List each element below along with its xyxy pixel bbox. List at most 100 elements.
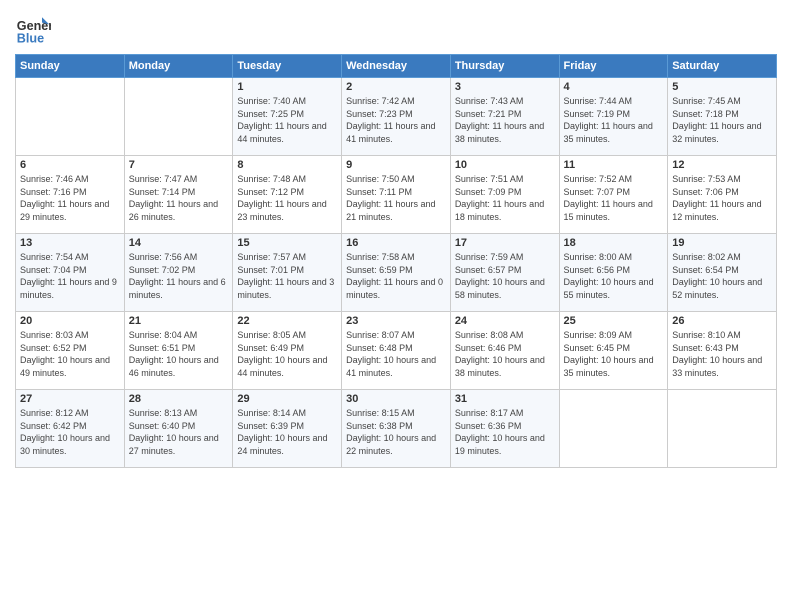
calendar-cell [124,78,233,156]
calendar-cell: 10Sunrise: 7:51 AMSunset: 7:09 PMDayligh… [450,156,559,234]
calendar-cell: 9 Sunrise: 7:50 AMSunset: 7:11 PMDaylight… [342,156,451,234]
day-header-saturday: Saturday [668,55,777,78]
calendar-cell: 20Sunrise: 8:03 AMSunset: 6:52 PMDayligh… [16,312,125,390]
day-number: 15 [237,237,337,249]
day-details: Sunrise: 7:52 AMSunset: 7:07 PMDaylight:… [564,173,664,223]
day-details: Sunrise: 8:02 AMSunset: 6:54 PMDaylight:… [672,251,772,301]
day-details: Sunrise: 8:14 AMSunset: 6:39 PMDaylight:… [237,407,337,457]
day-header-sunday: Sunday [16,55,125,78]
calendar-cell: 12Sunrise: 7:53 AMSunset: 7:06 PMDayligh… [668,156,777,234]
calendar-cell: 23 Sunrise: 8:07 AMSunset: 6:48 PMDayligh… [342,312,451,390]
calendar-table: SundayMondayTuesdayWednesdayThursdayFrid… [15,54,777,468]
page: General Blue SundayMondayTuesdayWednesda… [0,0,792,478]
day-details: Sunrise: 8:04 AMSunset: 6:51 PMDaylight:… [129,329,229,379]
day-details: Sunrise: 7:58 AMSunset: 6:59 PMDaylight:… [346,251,446,301]
calendar-cell [668,390,777,468]
calendar-cell: 26 Sunrise: 8:10 AMSunset: 6:43 PMDayligh… [668,312,777,390]
day-details: Sunrise: 8:00 AMSunset: 6:56 PMDaylight:… [564,251,664,301]
day-details: Sunrise: 8:12 AMSunset: 6:42 PMDaylight:… [20,407,120,457]
day-details: Sunrise: 8:13 AMSunset: 6:40 PMDaylight:… [129,407,229,457]
day-number: 9 [346,159,446,171]
calendar-cell: 13 Sunrise: 7:54 AMSunset: 7:04 PMDayligh… [16,234,125,312]
day-number: 7 [129,159,229,171]
day-details: Sunrise: 8:07 AMSunset: 6:48 PMDaylight:… [346,329,446,379]
day-details: Sunrise: 8:17 AMSunset: 6:36 PMDaylight:… [455,407,555,457]
calendar-header-row: SundayMondayTuesdayWednesdayThursdayFrid… [16,55,777,78]
calendar-cell: 19 Sunrise: 8:02 AMSunset: 6:54 PMDayligh… [668,234,777,312]
calendar-cell: 7Sunrise: 7:47 AMSunset: 7:14 PMDaylight… [124,156,233,234]
calendar-cell: 14 Sunrise: 7:56 AMSunset: 7:02 PMDayligh… [124,234,233,312]
calendar-week-5: 27 Sunrise: 8:12 AMSunset: 6:42 PMDayligh… [16,390,777,468]
calendar-cell: 17Sunrise: 7:59 AMSunset: 6:57 PMDayligh… [450,234,559,312]
day-details: Sunrise: 7:45 AMSunset: 7:18 PMDaylight:… [672,95,772,145]
day-number: 14 [129,237,229,249]
calendar-cell: 22 Sunrise: 8:05 AMSunset: 6:49 PMDayligh… [233,312,342,390]
calendar-cell [559,390,668,468]
day-details: Sunrise: 7:40 AMSunset: 7:25 PMDaylight:… [237,95,337,145]
svg-text:Blue: Blue [17,31,44,45]
day-details: Sunrise: 7:59 AMSunset: 6:57 PMDaylight:… [455,251,555,301]
calendar-cell: 25Sunrise: 8:09 AMSunset: 6:45 PMDayligh… [559,312,668,390]
day-details: Sunrise: 8:08 AMSunset: 6:46 PMDaylight:… [455,329,555,379]
calendar-week-3: 13 Sunrise: 7:54 AMSunset: 7:04 PMDayligh… [16,234,777,312]
day-header-friday: Friday [559,55,668,78]
header: General Blue [15,10,777,46]
calendar-body: 1 Sunrise: 7:40 AMSunset: 7:25 PMDaylight… [16,78,777,468]
day-number: 26 [672,315,772,327]
calendar-cell: 24 Sunrise: 8:08 AMSunset: 6:46 PMDayligh… [450,312,559,390]
calendar-cell: 8 Sunrise: 7:48 AMSunset: 7:12 PMDaylight… [233,156,342,234]
calendar-cell: 15 Sunrise: 7:57 AMSunset: 7:01 PMDayligh… [233,234,342,312]
day-number: 18 [564,237,664,249]
calendar-cell: 2 Sunrise: 7:42 AMSunset: 7:23 PMDaylight… [342,78,451,156]
day-number: 31 [455,393,555,405]
day-number: 22 [237,315,337,327]
day-details: Sunrise: 7:43 AMSunset: 7:21 PMDaylight:… [455,95,555,145]
day-details: Sunrise: 8:03 AMSunset: 6:52 PMDaylight:… [20,329,120,379]
day-details: Sunrise: 7:53 AMSunset: 7:06 PMDaylight:… [672,173,772,223]
day-number: 29 [237,393,337,405]
day-number: 13 [20,237,120,249]
day-number: 16 [346,237,446,249]
day-number: 30 [346,393,446,405]
calendar-cell: 27 Sunrise: 8:12 AMSunset: 6:42 PMDayligh… [16,390,125,468]
calendar-week-1: 1 Sunrise: 7:40 AMSunset: 7:25 PMDaylight… [16,78,777,156]
calendar-cell: 3Sunrise: 7:43 AMSunset: 7:21 PMDaylight… [450,78,559,156]
day-number: 1 [237,81,337,93]
calendar-week-4: 20Sunrise: 8:03 AMSunset: 6:52 PMDayligh… [16,312,777,390]
day-details: Sunrise: 7:56 AMSunset: 7:02 PMDaylight:… [129,251,229,301]
day-details: Sunrise: 7:44 AMSunset: 7:19 PMDaylight:… [564,95,664,145]
day-details: Sunrise: 7:51 AMSunset: 7:09 PMDaylight:… [455,173,555,223]
calendar-cell: 28Sunrise: 8:13 AMSunset: 6:40 PMDayligh… [124,390,233,468]
day-number: 8 [237,159,337,171]
calendar-cell: 30Sunrise: 8:15 AMSunset: 6:38 PMDayligh… [342,390,451,468]
day-details: Sunrise: 8:05 AMSunset: 6:49 PMDaylight:… [237,329,337,379]
day-details: Sunrise: 7:54 AMSunset: 7:04 PMDaylight:… [20,251,120,301]
day-number: 2 [346,81,446,93]
calendar-cell: 31 Sunrise: 8:17 AMSunset: 6:36 PMDayligh… [450,390,559,468]
calendar-cell: 4Sunrise: 7:44 AMSunset: 7:19 PMDaylight… [559,78,668,156]
day-number: 24 [455,315,555,327]
day-header-wednesday: Wednesday [342,55,451,78]
day-details: Sunrise: 7:57 AMSunset: 7:01 PMDaylight:… [237,251,337,301]
day-details: Sunrise: 7:48 AMSunset: 7:12 PMDaylight:… [237,173,337,223]
calendar-week-2: 6Sunrise: 7:46 AMSunset: 7:16 PMDaylight… [16,156,777,234]
calendar-cell [16,78,125,156]
day-number: 21 [129,315,229,327]
day-number: 23 [346,315,446,327]
day-details: Sunrise: 7:42 AMSunset: 7:23 PMDaylight:… [346,95,446,145]
day-details: Sunrise: 7:50 AMSunset: 7:11 PMDaylight:… [346,173,446,223]
calendar-cell: 6Sunrise: 7:46 AMSunset: 7:16 PMDaylight… [16,156,125,234]
calendar-cell: 21 Sunrise: 8:04 AMSunset: 6:51 PMDayligh… [124,312,233,390]
day-number: 19 [672,237,772,249]
logo: General Blue [15,10,51,46]
day-number: 27 [20,393,120,405]
calendar-cell: 11 Sunrise: 7:52 AMSunset: 7:07 PMDayligh… [559,156,668,234]
calendar-cell: 29 Sunrise: 8:14 AMSunset: 6:39 PMDayligh… [233,390,342,468]
day-details: Sunrise: 8:10 AMSunset: 6:43 PMDaylight:… [672,329,772,379]
logo-icon: General Blue [15,10,51,46]
day-number: 11 [564,159,664,171]
day-number: 25 [564,315,664,327]
calendar-cell: 18 Sunrise: 8:00 AMSunset: 6:56 PMDayligh… [559,234,668,312]
calendar-cell: 5Sunrise: 7:45 AMSunset: 7:18 PMDaylight… [668,78,777,156]
calendar-cell: 1 Sunrise: 7:40 AMSunset: 7:25 PMDaylight… [233,78,342,156]
